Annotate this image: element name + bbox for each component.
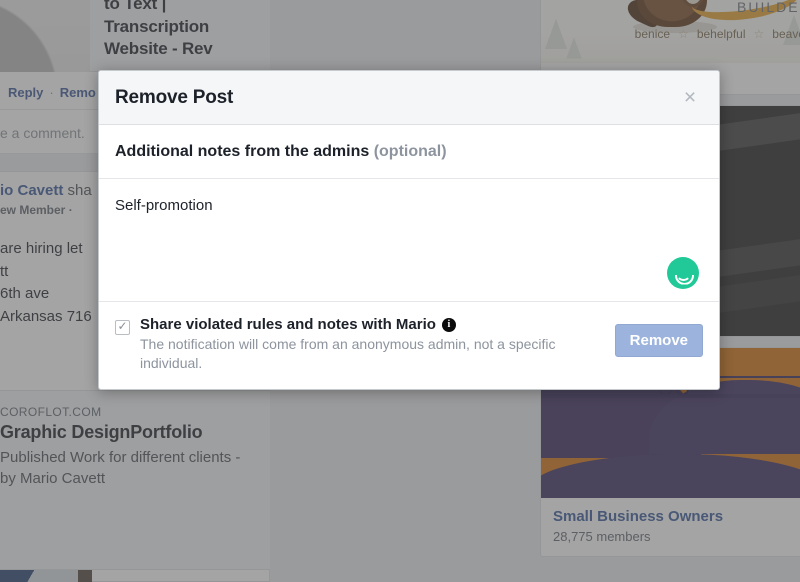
info-icon[interactable]: i — [441, 317, 456, 332]
notes-label: Additional notes from the admins (option… — [99, 125, 719, 179]
notes-area — [99, 179, 719, 301]
share-rules-checkbox[interactable] — [115, 319, 130, 335]
checkbox-label: Share violated rules and notes with Mari… — [140, 316, 436, 333]
screen: ev Transcribe Audio to Text | Transcript… — [0, 0, 800, 582]
notes-label-text: Additional notes from the admins — [115, 143, 370, 160]
close-icon[interactable]: × — [677, 85, 703, 111]
dialog-footer: Share violated rules and notes with Mari… — [99, 301, 719, 389]
checkbox-description: The notification will come from an anony… — [140, 336, 556, 371]
smiley-icon[interactable] — [667, 257, 699, 289]
remove-post-dialog: Remove Post × Additional notes from the … — [98, 70, 720, 390]
smiley-mouth — [675, 266, 691, 281]
notes-textarea[interactable] — [115, 195, 703, 285]
notes-optional-text: (optional) — [373, 143, 447, 160]
dialog-header: Remove Post × — [99, 71, 719, 125]
dialog-title: Remove Post — [115, 86, 234, 108]
checkbox-text-group: Share violated rules and notes with Mari… — [140, 316, 605, 373]
checkbox-label-row: Share violated rules and notes with Mari… — [140, 316, 597, 333]
remove-button[interactable]: Remove — [614, 324, 703, 357]
